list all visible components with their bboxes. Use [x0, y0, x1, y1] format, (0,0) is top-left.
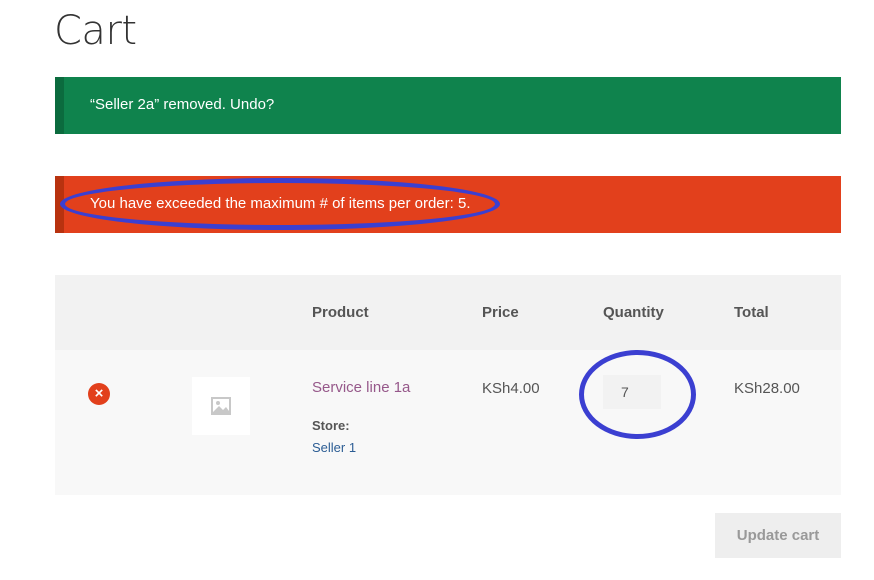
header-quantity: Quantity — [603, 304, 664, 321]
header-price: Price — [482, 304, 519, 321]
error-notice: You have exceeded the maximum # of items… — [55, 176, 841, 233]
update-cart-button[interactable]: Update cart — [715, 513, 841, 558]
quantity-input[interactable] — [603, 375, 661, 409]
header-total: Total — [734, 304, 769, 321]
remove-icon[interactable]: × — [88, 383, 110, 405]
image-placeholder-icon — [211, 397, 231, 415]
error-notice-text: You have exceeded the maximum # of items… — [90, 195, 471, 212]
header-product: Product — [312, 304, 369, 321]
line-total: KSh28.00 — [734, 380, 800, 397]
notice-accent-bar — [55, 77, 64, 134]
table-row: × Service line 1a Store: Seller 1 KSh4.0… — [55, 350, 841, 495]
notice-accent-bar — [55, 176, 64, 233]
success-notice: “Seller 2a” removed. Undo? — [55, 77, 841, 134]
page-title: Cart — [54, 8, 137, 54]
cart-table: Product Price Quantity Total × Service l… — [55, 275, 841, 495]
store-label: Store: — [312, 418, 350, 433]
table-header-row: Product Price Quantity Total — [55, 275, 841, 350]
store-name-link[interactable]: Seller 1 — [312, 440, 356, 455]
product-price: KSh4.00 — [482, 380, 540, 397]
product-name-link[interactable]: Service line 1a — [312, 379, 410, 396]
success-notice-text[interactable]: “Seller 2a” removed. Undo? — [90, 96, 274, 113]
product-thumbnail[interactable] — [192, 377, 250, 435]
